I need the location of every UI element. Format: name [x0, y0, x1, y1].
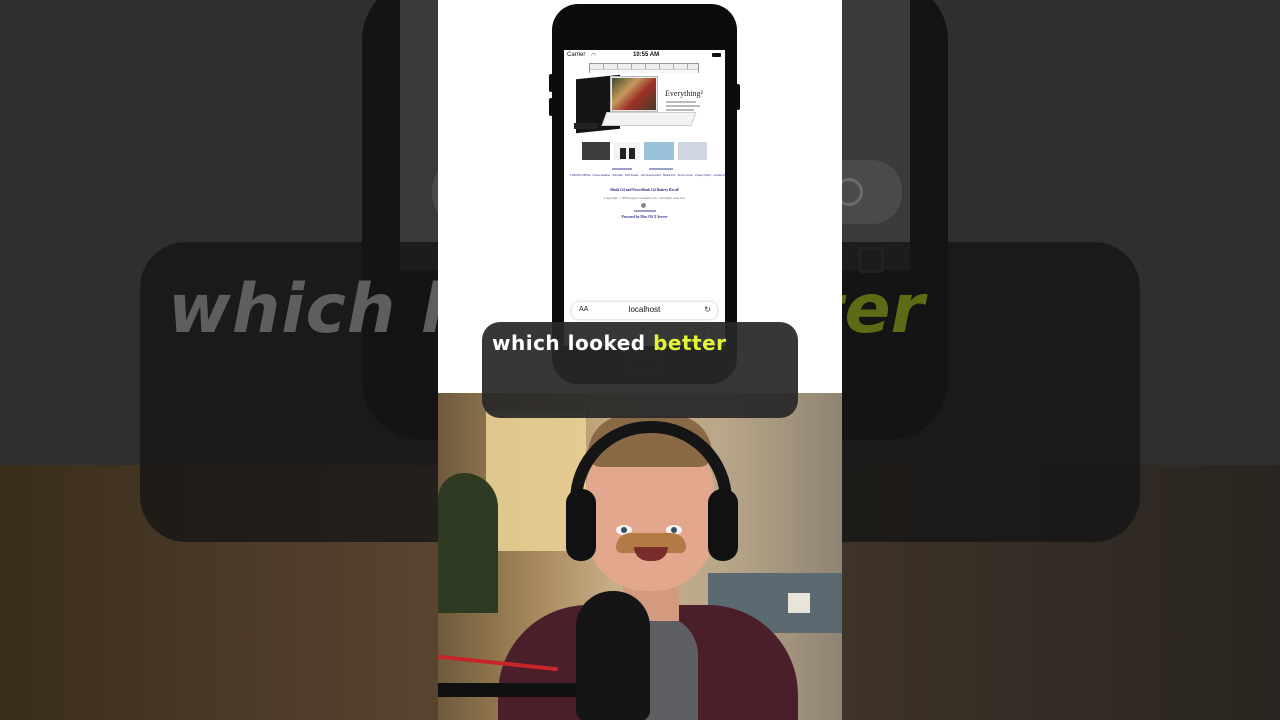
- hero-banner[interactable]: Everything²: [574, 74, 715, 135]
- status-bar: Carrier ◠ 10:55 AM: [564, 50, 725, 62]
- caption-prefix: which looked: [492, 331, 654, 355]
- url-text[interactable]: localhost: [572, 305, 717, 314]
- hero-laptop-base: [601, 112, 697, 126]
- tiny-link[interactable]: [649, 168, 673, 170]
- safari-url-bar[interactable]: AA localhost ↻: [572, 302, 717, 319]
- hero-subtext-line: [666, 101, 696, 103]
- footer-links[interactable]: 1-800-MY-APPLE · Find a Reseller · Site …: [570, 174, 725, 177]
- wifi-icon: ◠: [591, 53, 597, 59]
- caption-box: which looked better: [482, 322, 798, 418]
- promo-thumbnails: [582, 142, 707, 162]
- power-button: [736, 84, 740, 110]
- hero-subtext-line: [666, 105, 700, 107]
- left-earcup: [566, 489, 596, 561]
- battery-icon: [712, 53, 721, 57]
- hero-subtext-line: [666, 109, 694, 111]
- caption-highlight: better: [653, 331, 727, 355]
- copyright-text: Copyright © 2006 Apple Computer, Inc. Al…: [603, 196, 686, 200]
- nav-subbar: [590, 69, 698, 73]
- hero-monitor-stand: [574, 123, 598, 129]
- tiny-link[interactable]: [634, 210, 656, 212]
- hero-title: Everything²: [665, 89, 703, 98]
- apple-nav-bar[interactable]: [589, 63, 699, 73]
- promo-thumb-3[interactable]: [644, 142, 674, 160]
- right-earcup: [708, 489, 738, 561]
- promo-thumb-1[interactable]: [582, 142, 610, 160]
- plant: [438, 473, 498, 613]
- promo-thumb-2[interactable]: [614, 142, 640, 160]
- phone-screen: Carrier ◠ 10:55 AM Everything² 1-800-MY-…: [564, 50, 725, 346]
- tiny-link[interactable]: [612, 168, 632, 170]
- promo-thumb-4[interactable]: [678, 142, 707, 160]
- webcam-video: [438, 393, 842, 720]
- hero-photo: [612, 78, 656, 110]
- white-box: [788, 593, 810, 613]
- powered-by-link[interactable]: Powered by Mac OS X Server: [564, 215, 725, 219]
- carrier-label: Carrier: [567, 52, 586, 58]
- recall-notice-link[interactable]: iBook G4 and PowerBook G4 Battery Recall: [564, 188, 725, 192]
- volume-up-button: [549, 74, 553, 92]
- status-time: 10:55 AM: [633, 52, 660, 58]
- apple-logo-icon: [641, 203, 646, 208]
- caption-text: which looked better: [492, 331, 727, 355]
- microphone: [576, 591, 650, 720]
- reload-icon[interactable]: ↻: [704, 305, 711, 314]
- volume-down-button: [549, 98, 553, 116]
- video-frame: which lo ter Carrier ◠ 10:55 AM Everythi…: [0, 0, 1280, 720]
